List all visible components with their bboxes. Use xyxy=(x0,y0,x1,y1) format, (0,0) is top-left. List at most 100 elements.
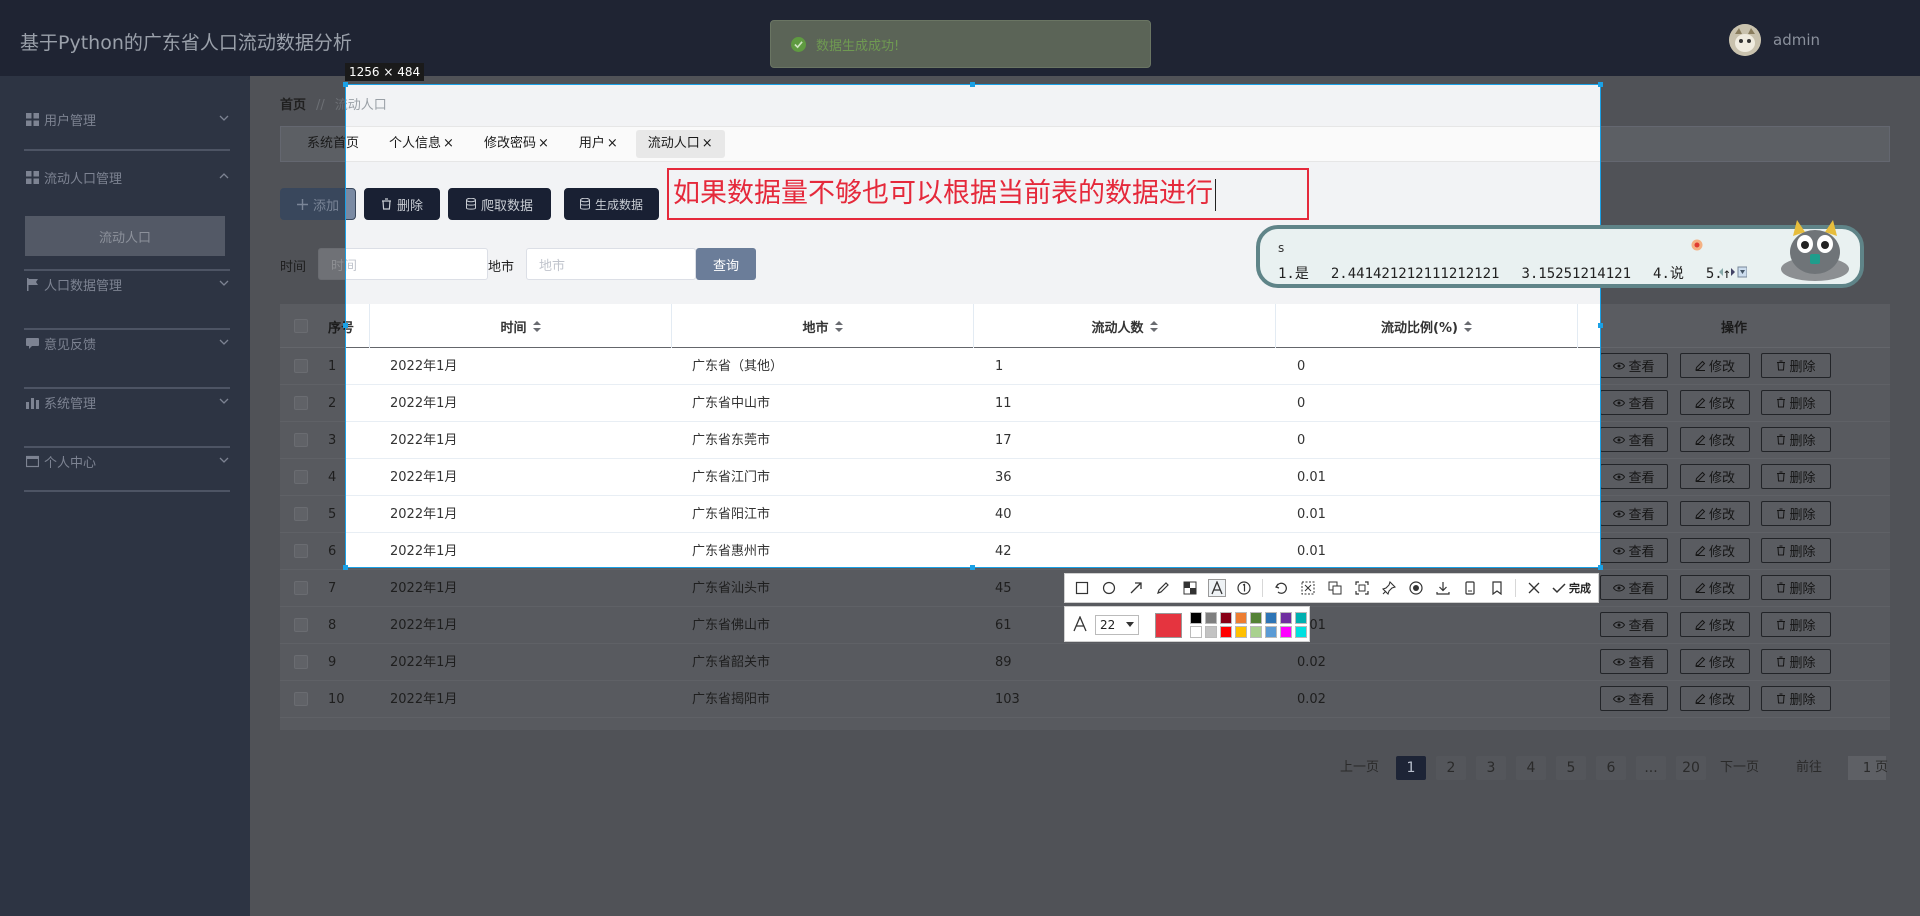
resize-handle[interactable] xyxy=(970,82,975,87)
delete-row-button[interactable]: 删除 xyxy=(1761,353,1831,378)
edit-button[interactable]: 修改 xyxy=(1680,464,1750,489)
delete-row-button[interactable]: 删除 xyxy=(1761,538,1831,563)
page-20-button[interactable]: 20 xyxy=(1676,756,1706,780)
current-color-swatch[interactable] xyxy=(1155,613,1182,638)
edit-button[interactable]: 修改 xyxy=(1680,390,1750,415)
delete-row-button[interactable]: 删除 xyxy=(1761,427,1831,452)
ime-candidate[interactable]: 4.说 xyxy=(1653,266,1684,282)
delete-row-button[interactable]: 删除 xyxy=(1761,501,1831,526)
color-swatch[interactable] xyxy=(1265,612,1277,624)
long-screenshot-icon[interactable] xyxy=(1461,579,1479,597)
row-checkbox[interactable] xyxy=(294,396,308,410)
rectangle-tool-icon[interactable] xyxy=(1073,579,1091,597)
sidebar-subitem-floating-population[interactable]: 流动人口 xyxy=(25,216,225,256)
arrow-tool-icon[interactable] xyxy=(1127,579,1145,597)
view-button[interactable]: 查看 xyxy=(1600,649,1668,674)
row-checkbox[interactable] xyxy=(294,544,308,558)
save-download-icon[interactable] xyxy=(1434,579,1452,597)
pen-tool-icon[interactable] xyxy=(1154,579,1172,597)
sidebar-item-feedback[interactable]: 意见反馈 xyxy=(24,314,230,372)
edit-button[interactable]: 修改 xyxy=(1680,612,1750,637)
done-button[interactable]: 完成 xyxy=(1552,580,1591,596)
ime-candidate[interactable]: 1.是 xyxy=(1278,266,1309,282)
color-swatch[interactable] xyxy=(1250,612,1262,624)
sidebar-item-personal-center[interactable]: 个人中心 xyxy=(24,432,230,490)
color-swatch[interactable] xyxy=(1190,612,1202,624)
select-all-checkbox[interactable] xyxy=(294,319,308,333)
color-swatch[interactable] xyxy=(1235,626,1247,638)
edit-button[interactable]: 修改 xyxy=(1680,501,1750,526)
color-swatch[interactable] xyxy=(1250,626,1262,638)
page-4-button[interactable]: 4 xyxy=(1516,756,1546,780)
fullscreen-capture-icon[interactable] xyxy=(1353,579,1371,597)
ime-skin-icon[interactable] xyxy=(1691,239,1703,251)
color-swatch[interactable] xyxy=(1220,626,1232,638)
color-swatch[interactable] xyxy=(1205,612,1217,624)
delete-row-button[interactable]: 删除 xyxy=(1761,464,1831,489)
text-tool-icon[interactable] xyxy=(1208,579,1226,597)
page-5-button[interactable]: 5 xyxy=(1556,756,1586,780)
resize-handle[interactable] xyxy=(343,323,348,328)
page-2-button[interactable]: 2 xyxy=(1436,756,1466,780)
sidebar-item-system-management[interactable]: 系统管理 xyxy=(24,373,230,431)
delete-row-button[interactable]: 删除 xyxy=(1761,390,1831,415)
bookmark-icon[interactable] xyxy=(1488,579,1506,597)
view-button[interactable]: 查看 xyxy=(1600,575,1668,600)
view-button[interactable]: 查看 xyxy=(1600,686,1668,711)
color-swatch[interactable] xyxy=(1265,626,1277,638)
page-ellipsis[interactable]: ... xyxy=(1636,756,1666,780)
record-icon[interactable] xyxy=(1407,579,1425,597)
sidebar-item-user-management[interactable]: 用户管理 xyxy=(24,90,230,148)
number-marker-icon[interactable] xyxy=(1235,579,1253,597)
undo-icon[interactable] xyxy=(1272,579,1290,597)
resize-handle[interactable] xyxy=(343,82,348,87)
edit-button[interactable]: 修改 xyxy=(1680,686,1750,711)
user-menu[interactable]: admin xyxy=(1729,24,1820,56)
row-checkbox[interactable] xyxy=(294,507,308,521)
delete-row-button[interactable]: 删除 xyxy=(1761,612,1831,637)
row-checkbox[interactable] xyxy=(294,359,308,373)
row-checkbox[interactable] xyxy=(294,470,308,484)
ime-candidate[interactable]: 3.15251214121 xyxy=(1521,266,1631,282)
color-swatch[interactable] xyxy=(1220,612,1232,624)
view-button[interactable]: 查看 xyxy=(1600,501,1668,526)
selection-border[interactable] xyxy=(345,84,1601,568)
view-button[interactable]: 查看 xyxy=(1600,427,1668,452)
row-checkbox[interactable] xyxy=(294,433,308,447)
edit-button[interactable]: 修改 xyxy=(1680,353,1750,378)
close-icon[interactable] xyxy=(1525,579,1543,597)
view-button[interactable]: 查看 xyxy=(1600,538,1668,563)
view-button[interactable]: 查看 xyxy=(1600,612,1668,637)
row-checkbox[interactable] xyxy=(294,618,308,632)
delete-row-button[interactable]: 删除 xyxy=(1761,575,1831,600)
text-annotation-box[interactable]: 如果数据量不够也可以根据当前表的数据进行 xyxy=(667,168,1309,220)
resize-handle[interactable] xyxy=(970,565,975,570)
resize-handle[interactable] xyxy=(1598,323,1603,328)
copy-region-icon[interactable] xyxy=(1326,579,1344,597)
color-swatch[interactable] xyxy=(1205,626,1217,638)
avatar[interactable] xyxy=(1729,24,1761,56)
delete-row-button[interactable]: 删除 xyxy=(1761,649,1831,674)
color-swatch[interactable] xyxy=(1295,612,1307,624)
username[interactable]: admin xyxy=(1773,31,1820,49)
breadcrumb-home[interactable]: 首页 xyxy=(280,98,306,113)
resize-handle[interactable] xyxy=(343,565,348,570)
view-button[interactable]: 查看 xyxy=(1600,390,1668,415)
page-1-button[interactable]: 1 xyxy=(1396,756,1426,780)
font-size-select[interactable]: 22 xyxy=(1095,615,1139,635)
sidebar-item-population-data[interactable]: 人口数据管理 xyxy=(24,255,230,313)
sidebar-item-floating-population[interactable]: 流动人口管理 xyxy=(24,148,230,206)
row-checkbox[interactable] xyxy=(294,581,308,595)
edit-button[interactable]: 修改 xyxy=(1680,575,1750,600)
next-page-button[interactable]: 下一页 xyxy=(1720,756,1759,775)
row-checkbox[interactable] xyxy=(294,655,308,669)
page-6-button[interactable]: 6 xyxy=(1596,756,1626,780)
delete-row-button[interactable]: 删除 xyxy=(1761,686,1831,711)
color-swatch[interactable] xyxy=(1190,626,1202,638)
edit-button[interactable]: 修改 xyxy=(1680,427,1750,452)
ime-page-arrows-icon[interactable] xyxy=(1717,266,1747,278)
edit-button[interactable]: 修改 xyxy=(1680,538,1750,563)
ime-candidate[interactable]: 2.441421212111212121 xyxy=(1331,266,1500,282)
color-swatch[interactable] xyxy=(1295,626,1307,638)
view-button[interactable]: 查看 xyxy=(1600,464,1668,489)
